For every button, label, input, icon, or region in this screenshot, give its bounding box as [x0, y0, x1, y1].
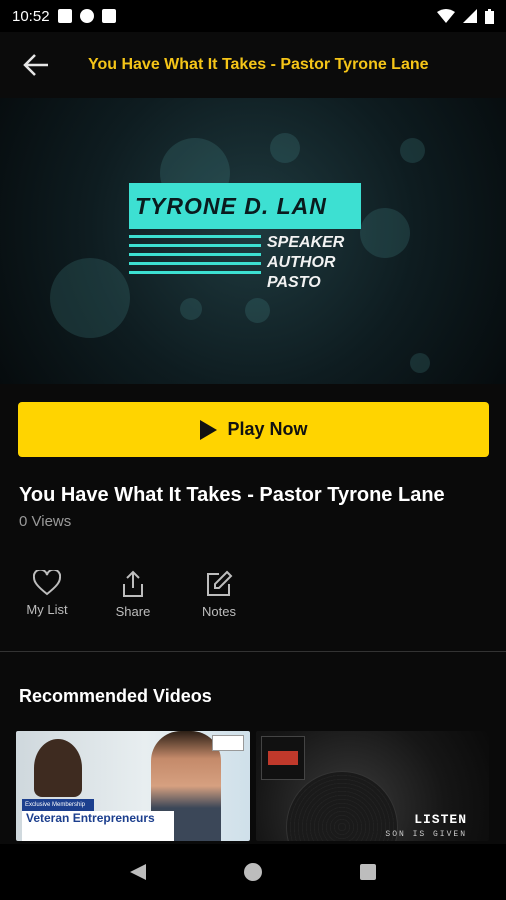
nav-home-icon[interactable]: [243, 862, 263, 882]
signal-icon: [463, 9, 477, 23]
video-title: You Have What It Takes - Pastor Tyrone L…: [19, 484, 445, 506]
status-bar: 10:52: [0, 0, 506, 32]
recommended-video-thumbnail[interactable]: LISTEN SON IS GIVEN: [256, 731, 489, 841]
wifi-icon: [437, 9, 455, 23]
channel-logo: [261, 736, 305, 780]
app-bar: You Have What It Takes - Pastor Tyrone L…: [0, 32, 506, 98]
speaker-logo: TYRONE D. LAN SPEAKER AUTHOR PASTO: [129, 183, 361, 293]
back-button[interactable]: [16, 45, 56, 85]
role-text: SPEAKER: [267, 234, 345, 251]
logo-roles: SPEAKER AUTHOR PASTO: [267, 233, 344, 293]
clock: 10:52: [12, 7, 50, 25]
thumbnail-image: [34, 739, 82, 797]
notes-button[interactable]: Notes: [190, 570, 248, 619]
nav-back-icon[interactable]: [128, 862, 148, 882]
battery-icon: [485, 8, 494, 24]
play-now-label: Play Now: [227, 419, 308, 439]
role-text: AUTHOR: [267, 254, 336, 271]
thumbnail-headline: LISTEN: [414, 812, 467, 827]
sd-card-icon: [101, 9, 116, 23]
recommended-video-thumbnail[interactable]: Exclusive Membership Veteran Entrepreneu…: [16, 731, 250, 841]
heart-icon: [33, 570, 61, 596]
divider: [0, 651, 506, 652]
video-thumbnail[interactable]: TYRONE D. LAN SPEAKER AUTHOR PASTO: [0, 98, 506, 384]
recommended-heading: Recommended Videos: [19, 686, 212, 706]
page-title: You Have What It Takes - Pastor Tyrone L…: [88, 56, 429, 73]
notes-label: Notes: [202, 604, 236, 619]
play-now-button[interactable]: Play Now: [18, 402, 489, 457]
share-button[interactable]: Share: [104, 570, 162, 619]
arrow-left-icon: [23, 54, 48, 76]
thumbnail-headline: Veteran Entrepreneurs: [22, 811, 174, 841]
thumbnail-subtext: SON IS GIVEN: [385, 830, 467, 839]
edit-icon: [207, 570, 233, 596]
play-icon: [200, 419, 218, 440]
nav-recents-icon[interactable]: [358, 862, 378, 882]
share-label: Share: [115, 604, 151, 619]
my-list-label: My List: [26, 602, 68, 617]
logo-name: TYRONE D. LAN: [129, 183, 361, 229]
turntable-image: [286, 771, 398, 841]
share-icon: [123, 570, 143, 597]
notification-icon: [57, 9, 72, 23]
system-nav-bar: [0, 844, 506, 900]
notification-icon: [79, 9, 94, 23]
flag-logo: [212, 735, 244, 751]
thumbnail-badge: Exclusive Membership: [22, 799, 94, 811]
my-list-button[interactable]: My List: [18, 570, 76, 619]
role-text: PASTO: [267, 274, 321, 291]
logo-lines: [129, 235, 261, 280]
action-row: My List Share Notes: [18, 570, 248, 619]
view-count: 0 Views: [19, 513, 72, 530]
